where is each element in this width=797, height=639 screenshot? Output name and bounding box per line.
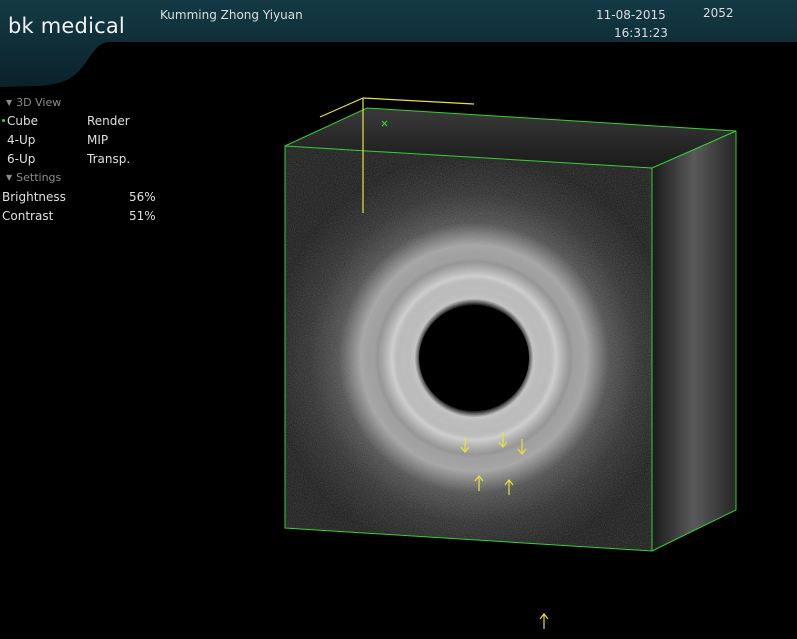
lumen-center	[419, 305, 529, 411]
ultrasound-image	[285, 146, 652, 551]
cube-side-face	[652, 131, 736, 551]
volume-render-view[interactable]	[0, 0, 797, 639]
ultrasound-screen: bk medical Kumming Zhong Yiyuan 11-08-20…	[0, 0, 797, 639]
up-arrow-marker-icon	[539, 613, 549, 629]
